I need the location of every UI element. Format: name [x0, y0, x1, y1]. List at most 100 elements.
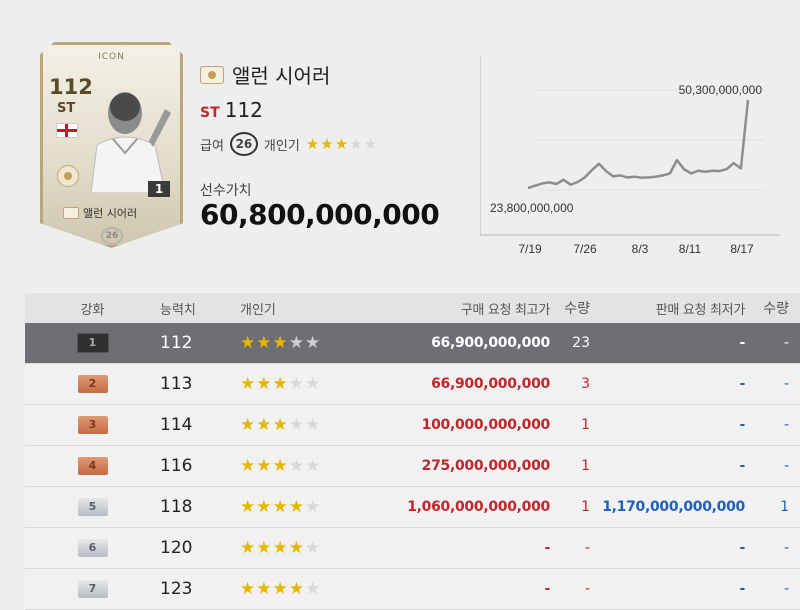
- row-buy-qty: -: [584, 581, 590, 597]
- star-icon: ★: [240, 374, 257, 394]
- table-row[interactable]: 4 116 ★★★★★ 275,000,000,000 1- -: [25, 446, 800, 487]
- star-icon: ★: [288, 333, 305, 353]
- header-buy-qty: 수량: [564, 301, 590, 317]
- row-ovr: 118: [160, 497, 193, 517]
- chart-x-tick: 8/17: [730, 242, 754, 256]
- row-ovr: 120: [160, 538, 193, 558]
- row-buy-price: 275,000,000,000: [421, 458, 551, 474]
- star-icon: ★: [363, 135, 379, 153]
- star-icon: ★: [256, 497, 273, 517]
- player-position: ST: [200, 105, 220, 121]
- chart-min-label: 23,800,000,000: [490, 201, 574, 215]
- grade-chip: 4: [77, 457, 108, 475]
- star-icon: ★: [305, 456, 322, 476]
- header-buy: 구매 요청 최고가: [460, 302, 551, 318]
- star-icon: ★: [305, 415, 322, 435]
- star-icon: ★: [272, 497, 289, 517]
- star-icon: ★: [240, 456, 257, 476]
- grade-chip: 5: [77, 498, 108, 516]
- table-row[interactable]: 2 113 ★★★★★ 66,900,000,000 3- -: [25, 364, 800, 405]
- player-photo: [90, 92, 171, 193]
- star-icon: ★: [305, 135, 321, 153]
- player-ovr: 112: [224, 98, 263, 122]
- player-card[interactable]: ICON 112 ST 1 앨런 시어러 26: [40, 42, 183, 248]
- price-table: 강화 능력치 개인기 구매 요청 최고가 수량 판매 요청 최저가 수량 1 11…: [25, 293, 800, 610]
- row-ovr: 113: [160, 374, 193, 394]
- row-buy-qty: 23: [572, 335, 590, 351]
- card-player-name: 앨런 시어러: [83, 207, 138, 220]
- star-icon: ★: [240, 497, 257, 517]
- header-trait: 개인기: [240, 302, 276, 318]
- row-ovr: 114: [160, 415, 193, 435]
- star-icon: ★: [288, 497, 305, 517]
- star-icon: ★: [288, 415, 305, 435]
- chart-series-line: [527, 99, 750, 190]
- card-pay-badge: 26: [101, 227, 123, 245]
- row-buy-price: 1,060,000,000,000: [407, 499, 550, 515]
- row-sell-price: -: [739, 335, 745, 351]
- star-icon: ★: [272, 333, 289, 353]
- card-position: ST: [57, 101, 76, 116]
- table-row[interactable]: 5 118 ★★★★★ 1,060,000,000,000 1 1,170,000,000…: [25, 487, 800, 528]
- row-sell-price: -: [739, 458, 745, 474]
- row-ovr: 123: [160, 579, 193, 599]
- star-icon: ★: [305, 579, 322, 599]
- star-icon: ★: [256, 374, 273, 394]
- table-row[interactable]: 7 123 ★★★★★ - - - -: [25, 569, 800, 610]
- row-buy-qty: 3: [581, 376, 590, 392]
- grade-chip: 2: [77, 375, 108, 393]
- row-trait-stars: ★★★★★: [240, 333, 370, 353]
- row-buy-qty: -: [584, 540, 590, 556]
- table-row[interactable]: 6 120 ★★★★★ - - - -: [25, 528, 800, 569]
- table-row[interactable]: 1 112 ★★★★★ 66,900,000,000 23- -: [25, 323, 800, 364]
- row-sell-qty: 1: [780, 499, 789, 515]
- row-buy-price: 100,000,000,000: [421, 417, 551, 433]
- chart-x-tick: 7/26: [573, 242, 597, 256]
- season-icon: [63, 207, 79, 219]
- chart-x-tick: 7/19: [518, 242, 542, 256]
- star-icon: ★: [256, 415, 273, 435]
- player-value: 60,800,000,000: [200, 198, 440, 231]
- star-icon: ★: [256, 333, 273, 353]
- star-icon: ★: [305, 538, 322, 558]
- grade-chip: 3: [77, 416, 108, 434]
- row-trait-stars: ★★★★★: [240, 374, 370, 394]
- row-trait-stars: ★★★★★: [240, 497, 370, 517]
- england-flag-icon: [56, 123, 78, 138]
- row-buy-price: -: [544, 540, 550, 556]
- star-icon: ★: [272, 374, 289, 394]
- trait-stars: ★★★★★: [306, 135, 378, 153]
- row-sell-qty: -: [783, 458, 789, 474]
- table-row[interactable]: 3 114 ★★★★★ 100,000,000,000 1- -: [25, 405, 800, 446]
- grade-chip: 1: [76, 333, 109, 353]
- row-ovr: 116: [160, 456, 193, 476]
- row-trait-stars: ★★★★★: [240, 538, 370, 558]
- star-icon: ★: [288, 579, 305, 599]
- chart-x-tick: 8/3: [632, 242, 649, 256]
- row-sell-price: -: [739, 581, 745, 597]
- table-header: 강화 능력치 개인기 구매 요청 최고가 수량 판매 요청 최저가 수량: [25, 293, 800, 323]
- star-icon: ★: [272, 538, 289, 558]
- star-icon: ★: [272, 415, 289, 435]
- row-buy-qty: 1: [581, 417, 590, 433]
- star-icon: ★: [256, 456, 273, 476]
- trait-label: 개인기: [263, 138, 300, 154]
- icon-season-icon: [200, 65, 224, 84]
- row-buy-price: -: [544, 581, 550, 597]
- player-name-row: 앨런 시어러: [200, 60, 330, 89]
- row-sell-qty: -: [783, 335, 789, 351]
- star-icon: ★: [240, 579, 257, 599]
- card-type-label: ICON: [98, 52, 125, 62]
- row-sell-qty: -: [783, 417, 789, 433]
- row-sell-price: -: [739, 376, 745, 392]
- row-sell-qty: -: [783, 581, 789, 597]
- star-icon: ★: [272, 456, 289, 476]
- pay-label: 급여: [200, 138, 224, 154]
- row-sell-price: 1,170,000,000,000: [602, 499, 745, 515]
- price-history-chart: 7/19 7/26 8/3 8/11 8/17 50,300,000,000 23,800,…: [480, 55, 780, 256]
- chart-max-label: 50,300,000,000: [679, 83, 763, 97]
- star-icon: ★: [256, 538, 273, 558]
- header-sell: 판매 요청 최저가: [655, 302, 746, 318]
- header-sell-qty: 수량: [763, 301, 789, 317]
- star-icon: ★: [272, 579, 289, 599]
